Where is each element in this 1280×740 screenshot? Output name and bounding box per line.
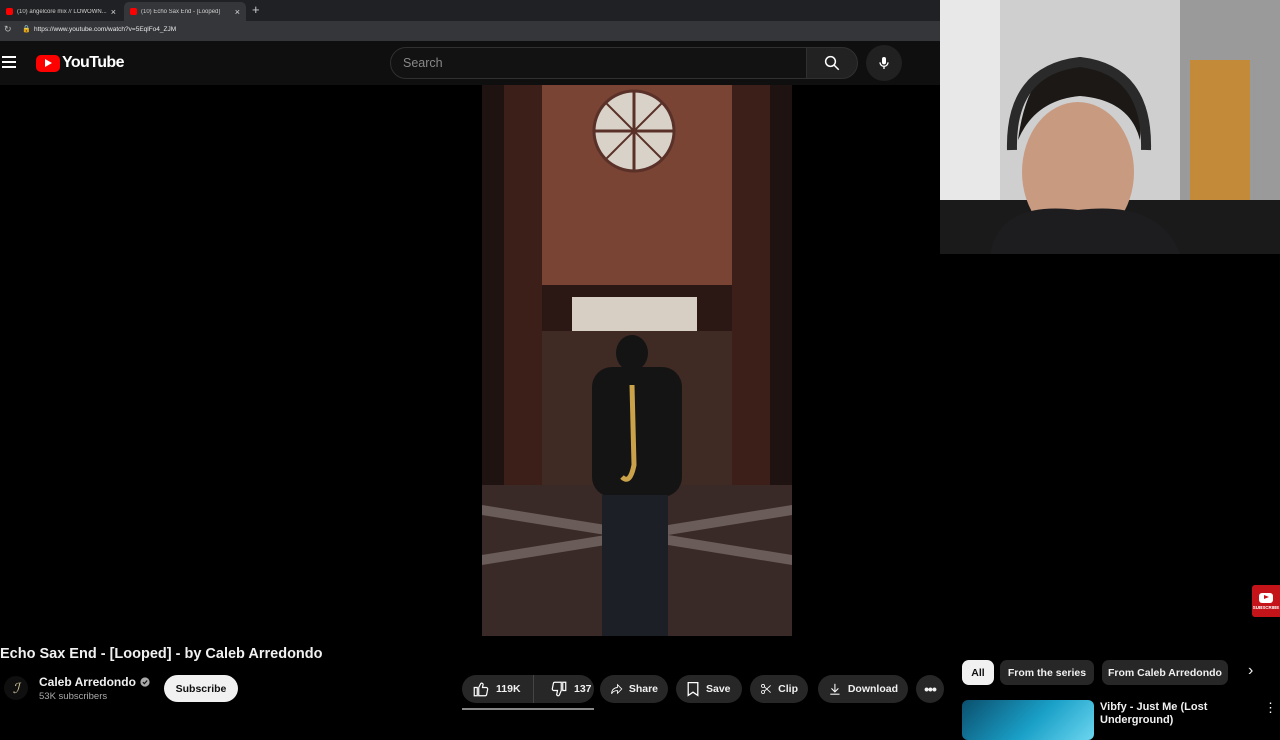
youtube-favicon-icon [6,8,13,15]
dislike-count: 137 [574,683,592,695]
subscribe-button[interactable]: Subscribe [164,675,238,702]
voice-search-button[interactable] [866,45,902,81]
thumbs-up-icon [473,682,489,697]
like-button[interactable]: 119K [462,675,534,703]
chip-from-the-series[interactable]: From the series [1000,660,1094,685]
download-label: Download [847,683,898,695]
video-player[interactable] [0,85,940,636]
search-input[interactable]: Search [390,47,808,79]
youtube-logo[interactable]: YouTube [36,54,124,72]
channel-name[interactable]: Caleb Arredondo [39,675,150,689]
youtube-play-logo-icon [36,54,60,72]
video-title: Echo Sax End - [Looped] - by Caleb Arred… [0,646,323,662]
tab-title: (10) Echo Sax End - [Looped] [141,8,221,15]
share-button[interactable]: Share [600,675,668,703]
more-horizontal-icon: ••• [924,681,937,697]
download-icon [830,683,840,695]
url-text[interactable]: https://www.youtube.com/watch?v=5EqlFo4_… [34,26,176,33]
reload-icon[interactable]: ↻ [4,24,12,35]
subscriber-count: 53K subscribers [39,691,108,702]
logo-text: YouTube [62,54,124,71]
like-count: 119K [496,683,521,695]
more-vertical-icon[interactable]: ⋮ [1264,700,1277,716]
chevron-right-icon[interactable]: › [1248,662,1253,680]
search-button[interactable] [806,47,858,79]
download-button[interactable]: Download [818,675,908,703]
channel-name-text: Caleb Arredondo [39,675,136,689]
tab-title: (10) angelcore mix // LOWOWN... [17,8,107,15]
browser-tab-active[interactable]: (10) Echo Sax End - [Looped] × [124,2,246,21]
youtube-favicon-icon [130,8,137,15]
share-icon [611,683,623,695]
webcam-overlay-image [940,0,1280,254]
lock-icon: 🔒 [22,26,31,33]
chip-from-channel[interactable]: From Caleb Arredondo [1102,660,1228,685]
thumbs-down-icon [551,681,567,697]
subscribe-watermark-label: SUBSCRIBE [1252,604,1280,610]
youtube-play-mini-icon [1259,592,1273,603]
dislike-button[interactable]: 137 [540,675,592,703]
new-tab-icon[interactable]: + [252,2,260,17]
subscribe-watermark[interactable]: SUBSCRIBE [1252,585,1280,617]
scissors-icon [761,684,771,694]
more-actions-button[interactable]: ••• [916,675,944,703]
channel-avatar[interactable]: ℐ [4,676,28,700]
save-label: Save [706,683,731,695]
search-icon [824,55,840,71]
close-tab-icon[interactable]: × [111,7,116,17]
like-dislike-group: 119K 137 [462,675,594,703]
recommendation-title[interactable]: Vibfy - Just Me (Lost Underground) [1100,701,1240,727]
recommendation-thumbnail[interactable] [962,700,1094,740]
microphone-icon [879,57,889,69]
browser-tab[interactable]: (10) angelcore mix // LOWOWN... × [0,2,122,21]
clip-label: Clip [778,683,798,695]
video-frame[interactable] [482,85,792,636]
hamburger-menu-icon[interactable] [2,56,16,68]
close-tab-icon[interactable]: × [235,7,240,17]
save-button[interactable]: Save [676,675,742,703]
share-label: Share [628,683,658,695]
like-ratio-bar [462,708,594,710]
chip-all[interactable]: All [962,660,994,685]
search-placeholder: Search [403,56,443,70]
clip-button[interactable]: Clip [750,675,808,703]
verified-badge-icon [140,677,150,687]
saxophonist-scene-image [482,85,792,636]
bookmark-icon [687,681,699,697]
streamer-webcam-image [940,0,1280,254]
